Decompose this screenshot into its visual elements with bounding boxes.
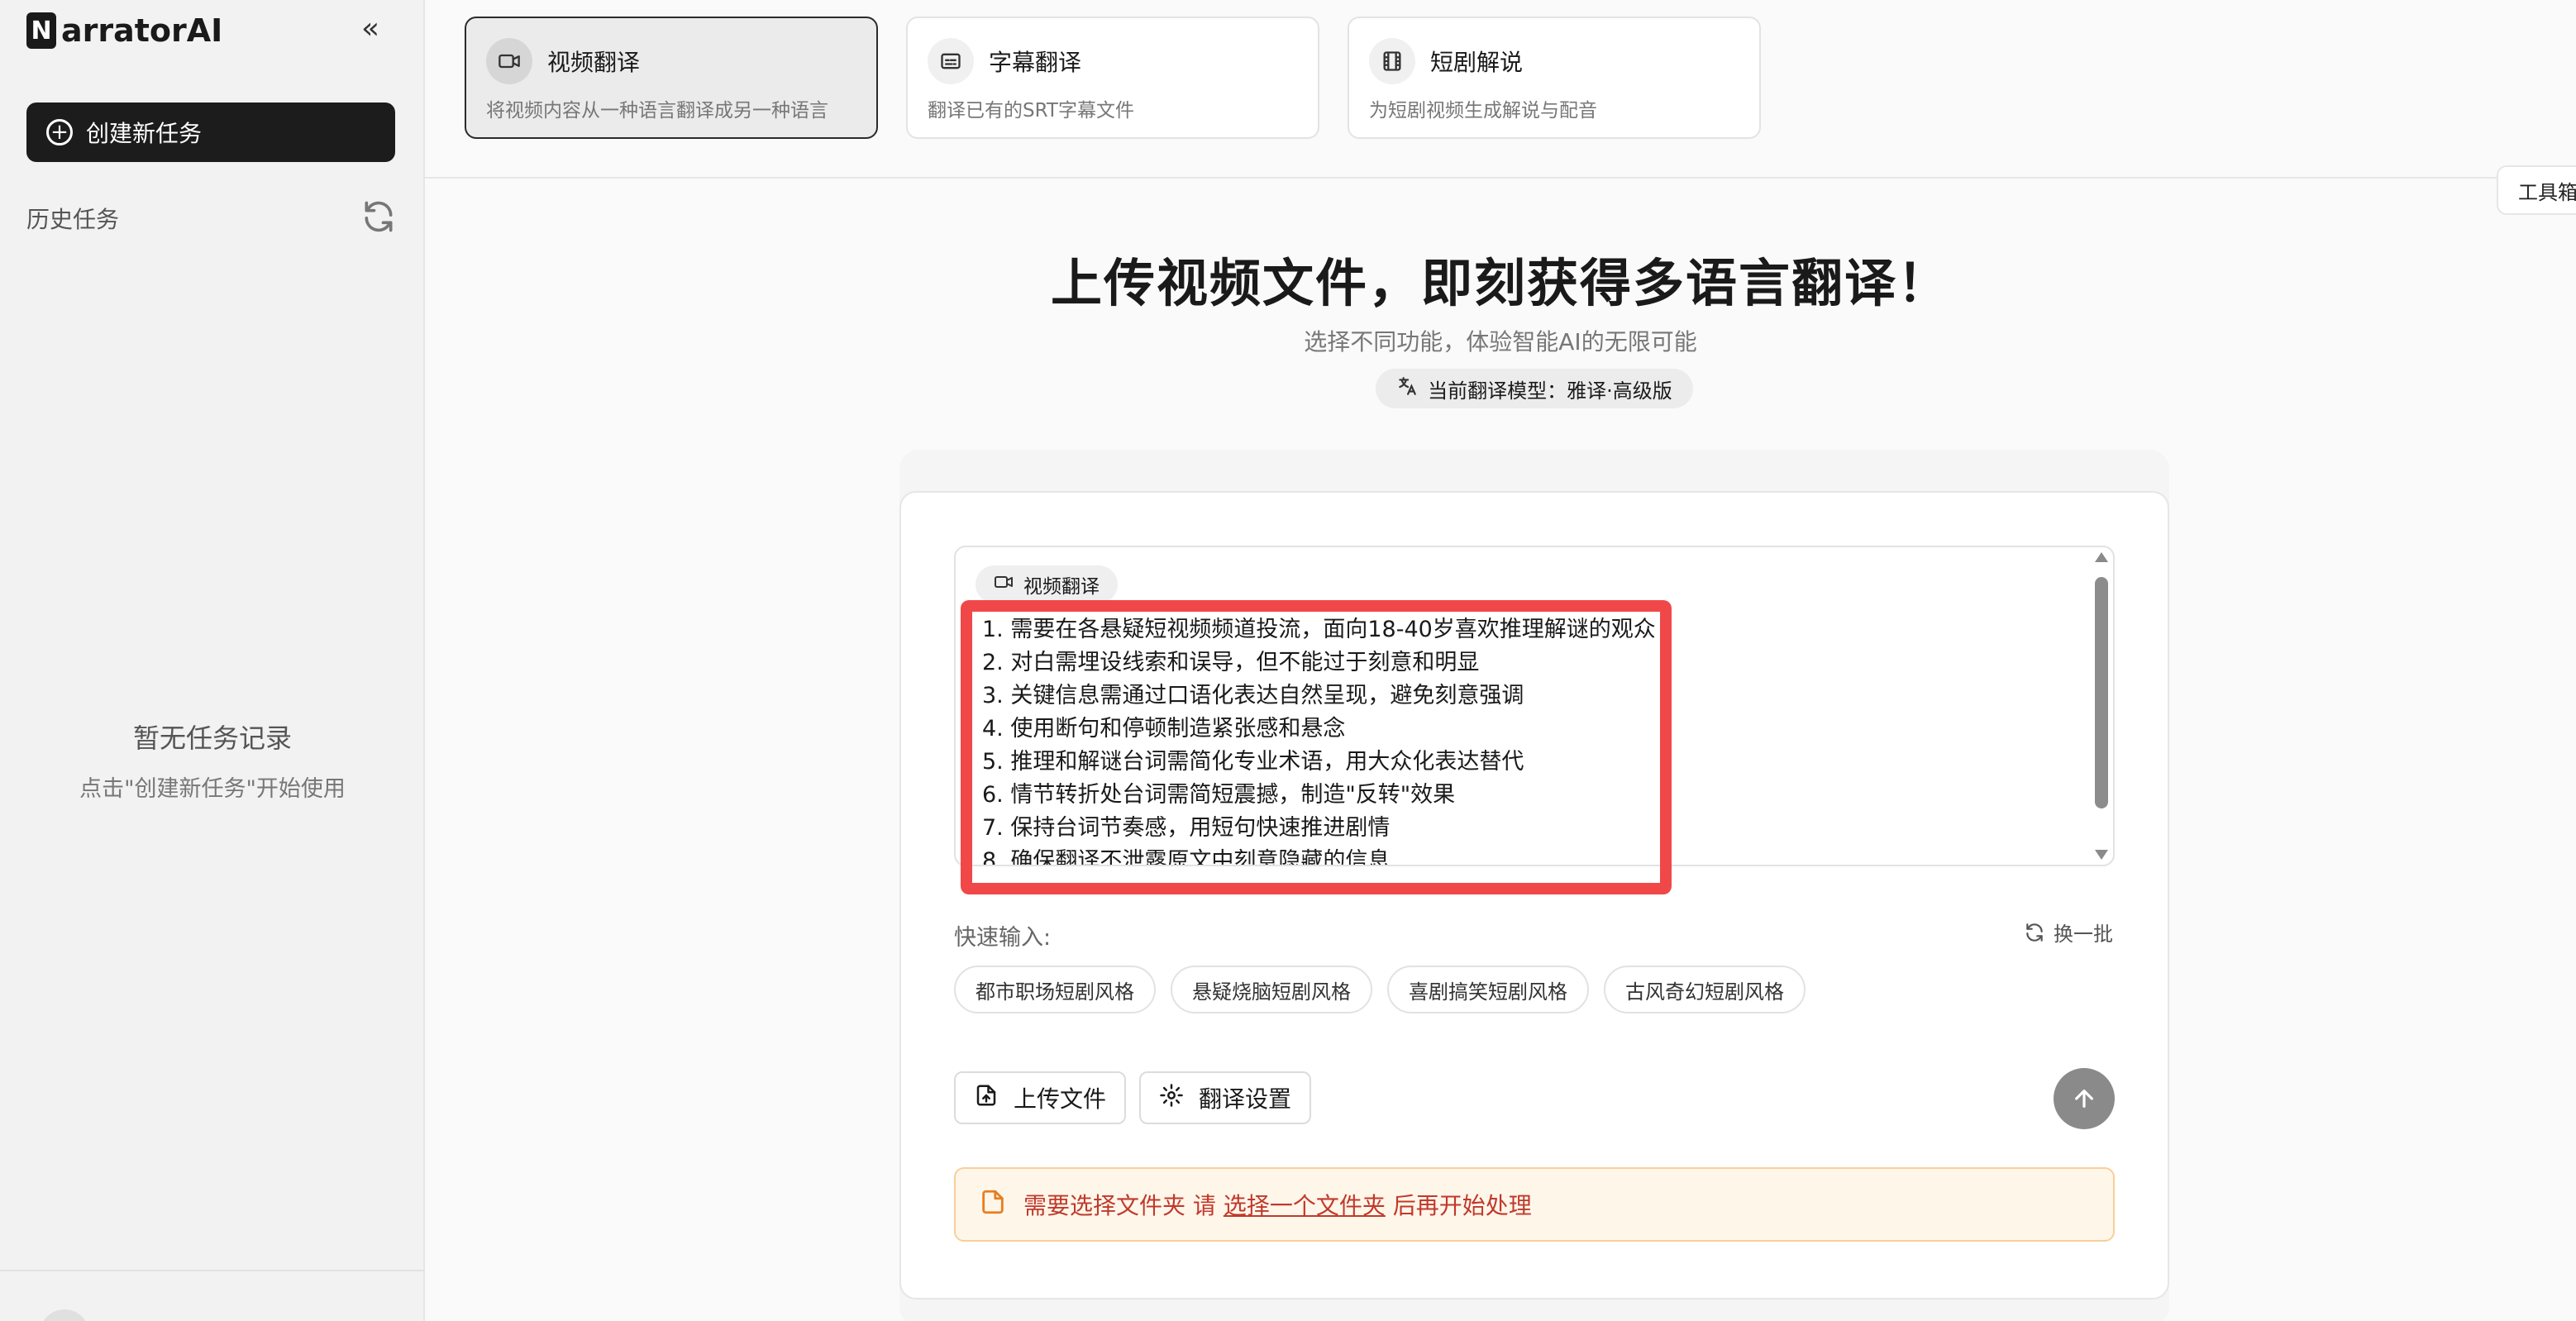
mode-title: 视频翻译 <box>547 49 641 76</box>
scrollbar-thumb[interactable] <box>2095 577 2108 808</box>
quick-chip-comedy[interactable]: 喜剧搞笑短剧风格 <box>1387 966 1589 1013</box>
mode-card-subtitle-translate[interactable]: 字幕翻译 翻译已有的SRT字幕文件 <box>906 17 1319 139</box>
quick-input-label: 快速输入: <box>954 925 1052 951</box>
quick-input-chips: 都市职场短剧风格 悬疑烧脑短剧风格 喜剧搞笑短剧风格 古风奇幻短剧风格 <box>954 966 1806 1013</box>
sidebar: N arratorAI « + 创建新任务 历史任务 暂无任务记录 点击"创建新… <box>0 0 425 1321</box>
film-icon <box>1369 38 1415 84</box>
plus-circle-icon: + <box>46 119 73 145</box>
mode-card-drama-commentary[interactable]: 短剧解说 为短剧视频生成解说与配音 <box>1348 17 1761 139</box>
brand-name: arratorAI <box>61 12 223 49</box>
mode-card-video-translate[interactable]: 视频翻译 将视频内容从一种语言翻译成另一种语言 <box>465 17 878 139</box>
notice-pre: 请 <box>1192 1192 1216 1219</box>
editor-line: 1. 需要在各悬疑短视频频道投流，面向18-40岁喜欢推理解谜的观众 <box>982 617 1656 642</box>
gear-icon <box>1159 1083 1184 1114</box>
mode-description: 为短剧视频生成解说与配音 <box>1369 100 1597 122</box>
mode-title: 短剧解说 <box>1430 49 1524 76</box>
editor-line: 8. 确保翻译不泄露原文中刻意隐藏的信息 <box>982 848 1391 866</box>
scroll-up-icon[interactable] <box>2095 552 2108 562</box>
editor-line: 6. 情节转折处台词需简短震撼，制造"反转"效果 <box>982 782 1456 808</box>
quick-chip-suspense[interactable]: 悬疑烧脑短剧风格 <box>1171 966 1372 1013</box>
folder-warning-notice: 需要选择文件夹 请 选择一个文件夹 后再开始处理 <box>954 1167 2115 1242</box>
editor-scrollbar[interactable] <box>2093 549 2110 861</box>
refresh-icon[interactable] <box>360 198 397 235</box>
video-camera-icon <box>994 572 1014 597</box>
page-title: 上传视频文件，即刻获得多语言翻译！ <box>1050 253 1950 313</box>
history-label: 历史任务 <box>26 206 120 233</box>
editor-line: 7. 保持台词节奏感，用短句快速推进剧情 <box>982 815 1391 841</box>
upload-file-button[interactable]: 上传文件 <box>954 1071 1127 1124</box>
subtitles-icon <box>928 38 974 84</box>
mode-bar: 视频翻译 将视频内容从一种语言翻译成另一种语言 字幕翻译 翻译已有的SRT字幕文… <box>425 0 2576 179</box>
quick-chip-ancient-fantasy[interactable]: 古风奇幻短剧风格 <box>1604 966 1806 1013</box>
notice-title: 需要选择文件夹 <box>1023 1192 1186 1219</box>
editor-line: 5. 推理和解谜台词需简化专业术语，用大众化表达替代 <box>982 749 1524 775</box>
arrow-up-icon <box>2075 1090 2093 1108</box>
file-upload-icon <box>974 1083 999 1114</box>
translate-icon <box>1396 375 1418 402</box>
editor-line: 3. 关键信息需通过口语化表达自然呈现，避免刻意强调 <box>982 683 1524 708</box>
model-badge[interactable]: 当前翻译模型：雅译·高级版 <box>1376 369 1693 408</box>
new-task-button[interactable]: + 创建新任务 <box>26 103 395 162</box>
select-folder-link[interactable]: 选择一个文件夹 <box>1224 1192 1386 1219</box>
editor-line: 4. 使用断句和停顿制造紧张感和悬念 <box>982 716 1346 742</box>
empty-state-title: 暂无任务记录 <box>132 722 292 754</box>
editor-mode-chip: 视频翻译 <box>976 565 1118 603</box>
model-badge-label: 当前翻译模型：雅译·高级版 <box>1428 379 1672 403</box>
sidebar-divider <box>0 1270 425 1271</box>
mode-title: 字幕翻译 <box>989 49 1082 76</box>
prompt-textarea[interactable]: 视频翻译 1. 需要在各悬疑短视频频道投流，面向18-40岁喜欢推理解谜的观众 … <box>954 546 2115 866</box>
toolbox-tab[interactable]: 工具箱 <box>2497 165 2576 215</box>
empty-state-subtitle: 点击"创建新任务"开始使用 <box>79 776 346 802</box>
swap-batch-button[interactable]: 换一批 <box>2024 918 2113 947</box>
new-task-label: 创建新任务 <box>86 120 203 147</box>
avatar[interactable] <box>40 1309 89 1321</box>
scroll-down-icon[interactable] <box>2095 850 2108 860</box>
mode-description: 将视频内容从一种语言翻译成另一种语言 <box>486 100 828 122</box>
editor-chip-label: 视频翻译 <box>1023 576 1100 598</box>
submit-button[interactable] <box>2054 1068 2115 1129</box>
quick-chip-urban-workplace[interactable]: 都市职场短剧风格 <box>954 966 1156 1013</box>
brand: N arratorAI <box>26 10 222 51</box>
refresh-icon <box>2026 923 2043 942</box>
page-subtitle: 选择不同功能，体验智能AI的无限可能 <box>1304 328 1697 355</box>
editor-line: 2. 对白需埋设线索和误导，但不能过于刻意和明显 <box>982 650 1480 675</box>
file-warning-icon <box>979 1188 1007 1222</box>
editor-content: 1. 需要在各悬疑短视频频道投流，面向18-40岁喜欢推理解谜的观众 2. 对白… <box>982 613 2113 866</box>
translation-settings-label: 翻译设置 <box>1199 1085 1292 1113</box>
translation-settings-button[interactable]: 翻译设置 <box>1139 1071 1312 1124</box>
video-camera-icon <box>486 38 532 84</box>
collapse-sidebar-icon[interactable]: « <box>354 12 387 45</box>
notice-post: 后再开始处理 <box>1392 1192 1532 1219</box>
swap-batch-label: 换一批 <box>2054 923 2113 946</box>
mode-description: 翻译已有的SRT字幕文件 <box>928 100 1134 122</box>
upload-file-label: 上传文件 <box>1014 1085 1107 1113</box>
brand-logo: N <box>26 12 56 49</box>
